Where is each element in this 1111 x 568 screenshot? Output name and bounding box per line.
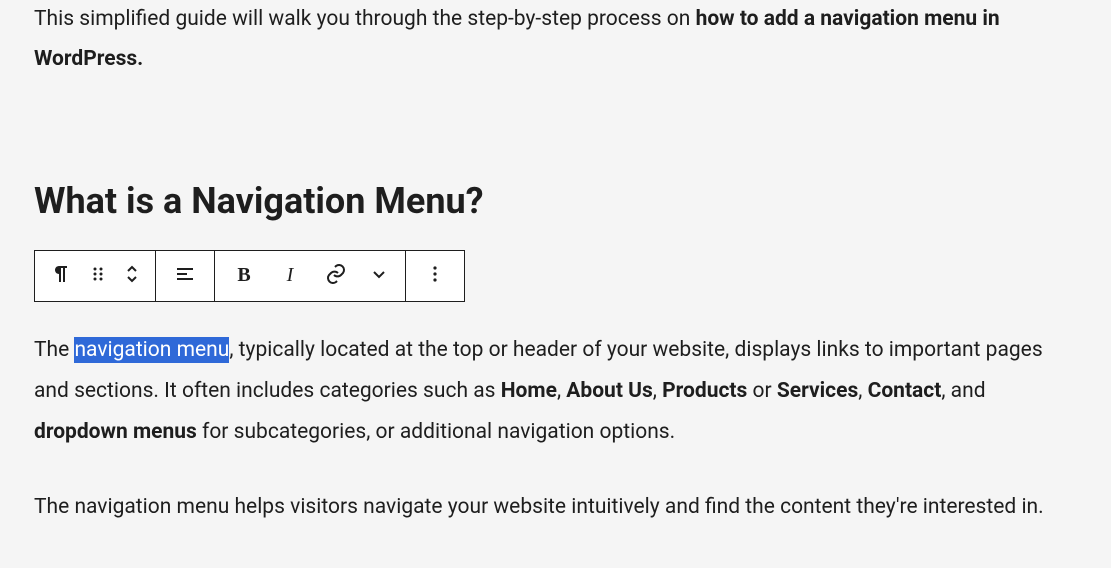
more-format-button[interactable] xyxy=(359,252,399,300)
category-about: About Us xyxy=(566,379,653,403)
text: or xyxy=(747,379,777,403)
chevron-down-icon xyxy=(367,262,391,289)
text: for subcategories, or additional navigat… xyxy=(197,420,675,444)
category-products: Products xyxy=(662,379,747,403)
toolbar-group-format: B I xyxy=(215,251,406,301)
text: , xyxy=(858,379,867,403)
move-button[interactable] xyxy=(115,252,149,300)
definition-paragraph[interactable]: The navigation menu, typically located a… xyxy=(34,330,1077,453)
toolbar-group-more xyxy=(406,251,464,301)
block-toolbar: B I xyxy=(34,250,465,302)
category-services: Services xyxy=(777,379,858,403)
italic-button[interactable]: I xyxy=(267,252,313,300)
align-button[interactable] xyxy=(162,252,208,300)
section-heading: What is a Navigation Menu? xyxy=(34,180,1077,222)
drag-handle-button[interactable] xyxy=(81,252,115,300)
align-left-icon xyxy=(173,262,197,289)
text: , xyxy=(653,379,662,403)
category-contact: Contact xyxy=(868,379,942,403)
text: , and xyxy=(941,379,985,403)
bold-button[interactable]: B xyxy=(221,252,267,300)
bold-icon: B xyxy=(237,264,250,287)
intro-text: This simplified guide will walk you thro… xyxy=(34,7,696,31)
pilcrow-icon xyxy=(49,262,73,289)
more-options-button[interactable] xyxy=(412,252,458,300)
intro-paragraph: This simplified guide will walk you thro… xyxy=(34,0,1077,80)
toolbar-group-block xyxy=(35,251,156,301)
text: , xyxy=(557,379,566,403)
explanation-paragraph: The navigation menu helps visitors navig… xyxy=(34,487,1077,528)
paragraph-block-button[interactable] xyxy=(41,252,81,300)
dropdown-menus-text: dropdown menus xyxy=(34,420,197,444)
category-home: Home xyxy=(501,379,557,403)
drag-icon xyxy=(86,262,110,289)
selected-text: navigation menu xyxy=(74,337,229,363)
italic-icon: I xyxy=(287,264,294,287)
more-vertical-icon xyxy=(423,262,447,289)
text: The xyxy=(34,338,74,362)
link-icon xyxy=(324,262,348,289)
link-button[interactable] xyxy=(313,252,359,300)
chevron-up-down-icon xyxy=(120,262,144,289)
toolbar-group-align xyxy=(156,251,215,301)
